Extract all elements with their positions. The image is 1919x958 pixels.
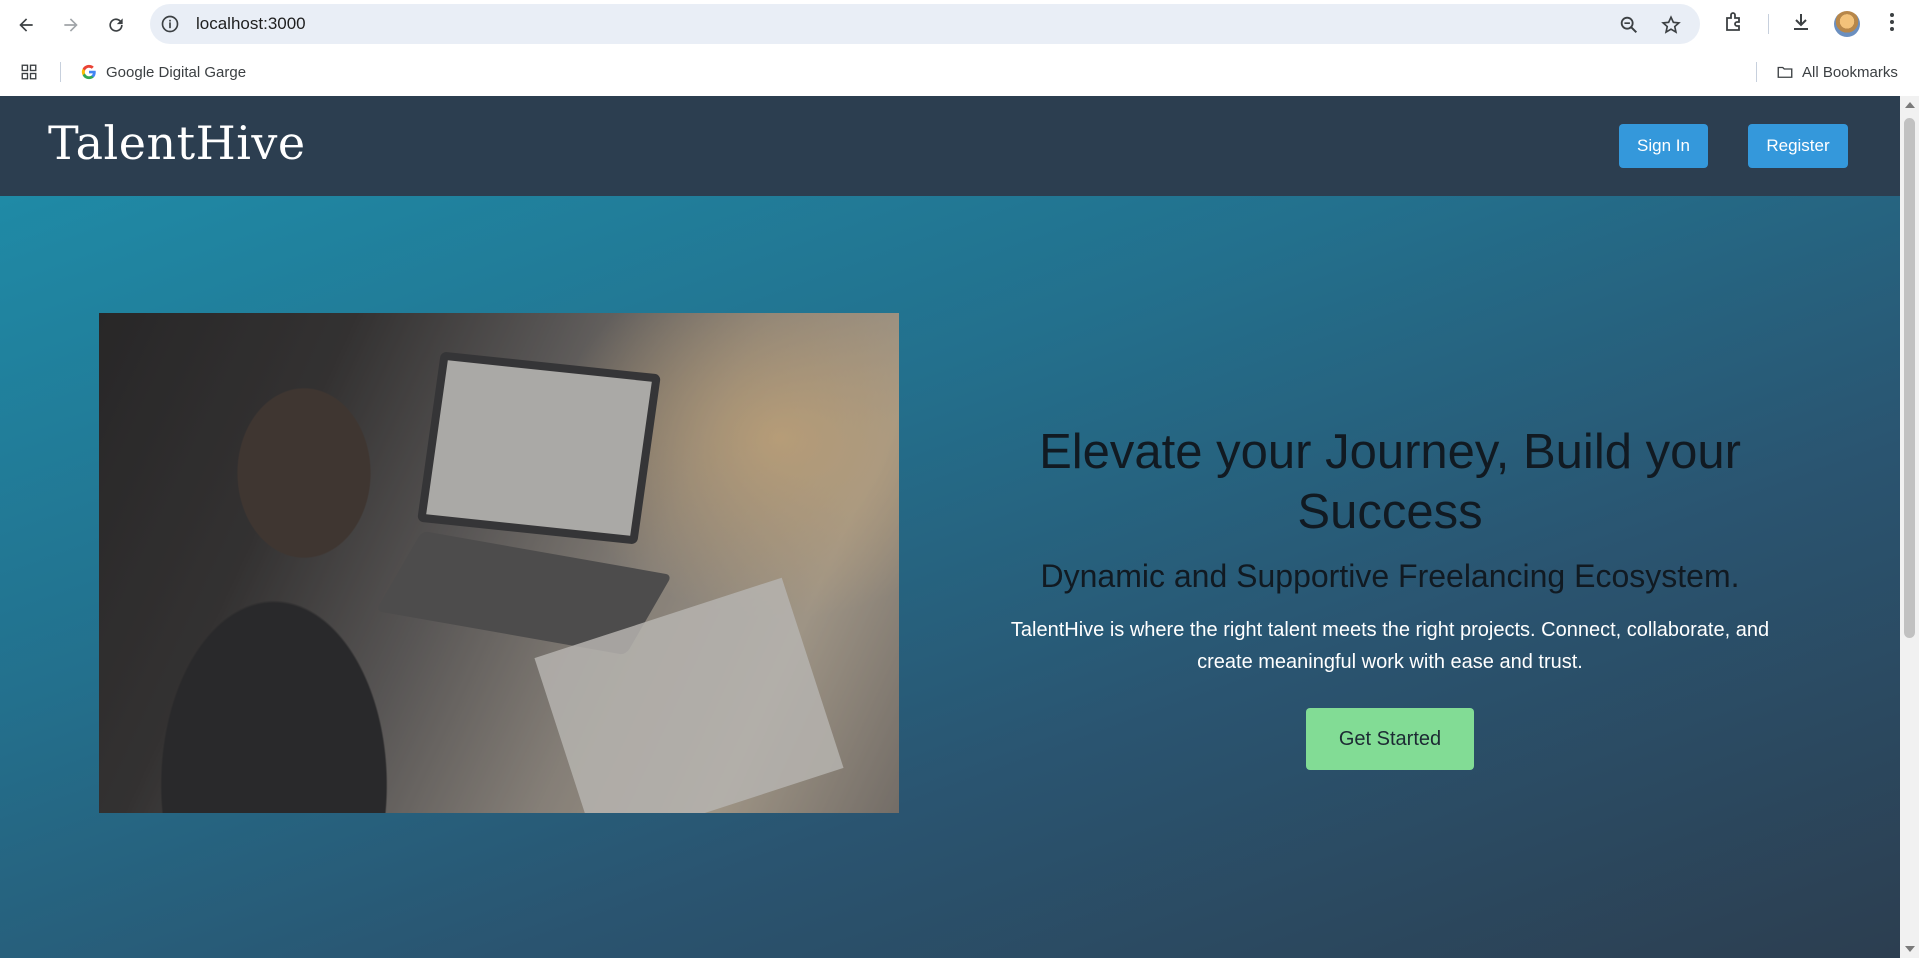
hero-title: Elevate your Journey, Build your Success xyxy=(1039,425,1741,539)
site-info-icon[interactable] xyxy=(160,14,180,34)
site-logo[interactable]: TalentHive xyxy=(48,116,306,170)
back-button[interactable] xyxy=(10,9,42,41)
sign-in-button[interactable]: Sign In xyxy=(1619,124,1708,168)
bookmark-star-icon[interactable] xyxy=(1660,14,1682,36)
apps-grid-icon xyxy=(21,64,37,80)
forward-button[interactable] xyxy=(55,9,87,41)
extensions-icon[interactable] xyxy=(1723,10,1747,34)
reload-button[interactable] xyxy=(100,9,132,41)
download-icon[interactable] xyxy=(1789,10,1813,34)
arrow-left-icon xyxy=(19,18,33,32)
hero-subtitle: Dynamic and Supportive Freelancing Ecosy… xyxy=(1040,558,1740,594)
bookmark-label: Google Digital Garge xyxy=(106,63,247,81)
bookmarks-bar: Google Digital Garge All Bookmarks xyxy=(0,48,1919,96)
hero-text-block: Elevate your Journey, Build your Success… xyxy=(940,422,1840,770)
all-bookmarks-button[interactable]: All Bookmarks xyxy=(1776,58,1898,86)
hero-description: TalentHive is where the right talent mee… xyxy=(1010,619,1770,673)
hero-section: Elevate your Journey, Build your Success… xyxy=(0,196,1900,958)
toolbar-divider xyxy=(1768,14,1769,34)
browser-toolbar xyxy=(0,0,1919,48)
web-page: TalentHive Sign In Register Elevate your… xyxy=(0,96,1900,958)
bookmark-item[interactable]: Google Digital Garge xyxy=(80,58,246,86)
site-header: TalentHive Sign In Register xyxy=(0,96,1900,196)
get-started-button[interactable]: Get Started xyxy=(1306,708,1474,770)
scroll-down-arrow[interactable] xyxy=(1905,946,1915,952)
more-menu-icon[interactable] xyxy=(1880,10,1904,34)
register-button[interactable]: Register xyxy=(1748,124,1848,168)
address-bar[interactable] xyxy=(150,4,1700,44)
scroll-up-arrow[interactable] xyxy=(1905,102,1915,108)
zoom-icon[interactable] xyxy=(1618,14,1640,36)
hero-image xyxy=(99,313,899,813)
page-scrollbar[interactable] xyxy=(1900,96,1919,958)
apps-button[interactable] xyxy=(20,58,46,86)
bookmarks-divider xyxy=(1756,62,1757,82)
google-icon xyxy=(81,64,96,80)
all-bookmarks-label: All Bookmarks xyxy=(1802,63,1898,81)
folder-icon xyxy=(1777,66,1793,78)
url-input[interactable] xyxy=(196,4,1296,44)
arrow-right-icon xyxy=(64,18,78,32)
bookmarks-divider xyxy=(60,62,61,82)
image-overlay xyxy=(99,313,899,813)
reload-icon xyxy=(109,18,123,32)
profile-avatar[interactable] xyxy=(1834,11,1860,37)
scrollbar-thumb[interactable] xyxy=(1904,118,1915,638)
